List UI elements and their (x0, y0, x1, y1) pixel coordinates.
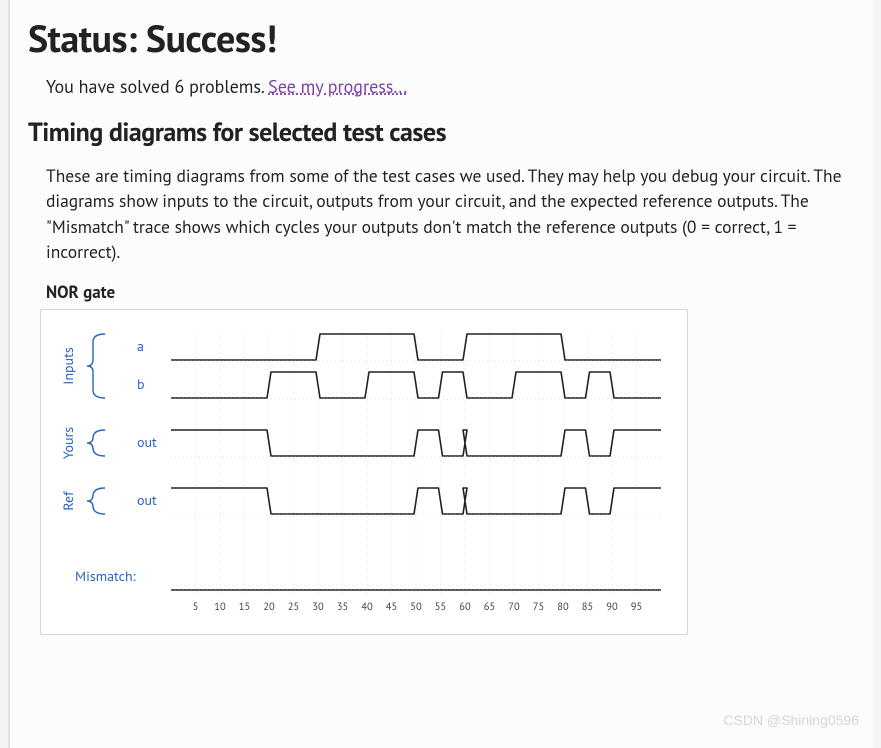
svg-text:35: 35 (337, 599, 348, 613)
section-heading: Timing diagrams for selected test cases (28, 116, 855, 149)
svg-text:Ref: Ref (59, 490, 77, 510)
svg-text:55: 55 (435, 599, 446, 613)
solved-suffix: problems. (184, 75, 268, 98)
status-heading: Status: Success! (28, 14, 855, 63)
progress-link[interactable]: See my progress... (268, 75, 407, 98)
gate-title: NOR gate (46, 281, 873, 303)
svg-text:50: 50 (410, 599, 422, 613)
svg-text:90: 90 (606, 599, 618, 613)
svg-text:75: 75 (533, 599, 544, 613)
svg-text:out: out (137, 491, 157, 509)
svg-text:Yours: Yours (59, 426, 77, 458)
svg-text:60: 60 (459, 599, 471, 613)
svg-text:40: 40 (361, 599, 373, 613)
svg-text:10: 10 (214, 599, 226, 613)
svg-text:b: b (137, 375, 145, 393)
svg-text:70: 70 (508, 599, 520, 613)
svg-text:25: 25 (288, 599, 299, 613)
svg-text:20: 20 (263, 599, 275, 613)
svg-text:85: 85 (582, 599, 593, 613)
section-description: These are timing diagrams from some of t… (46, 163, 845, 265)
svg-text:30: 30 (312, 599, 324, 613)
svg-text:5: 5 (193, 599, 199, 613)
svg-text:65: 65 (484, 599, 495, 613)
solved-line: You have solved 6 problems. See my progr… (46, 75, 873, 98)
svg-text:out: out (137, 433, 157, 451)
svg-text:80: 80 (557, 599, 569, 613)
solved-prefix: You have solved (46, 75, 174, 98)
solved-count: 6 (174, 75, 184, 98)
svg-text:45: 45 (386, 599, 397, 613)
svg-text:a: a (137, 337, 144, 355)
svg-text:Mismatch:: Mismatch: (75, 567, 136, 585)
svg-text:Inputs: Inputs (59, 347, 77, 385)
watermark: CSDN @Shining0596 (723, 712, 859, 728)
svg-text:15: 15 (239, 599, 250, 613)
svg-text:95: 95 (631, 599, 642, 613)
timing-diagram: 5 10 15 20 25 30 35 40 45 50 55 60 65 70 75 80 85 90 95 a b o… (40, 309, 688, 635)
